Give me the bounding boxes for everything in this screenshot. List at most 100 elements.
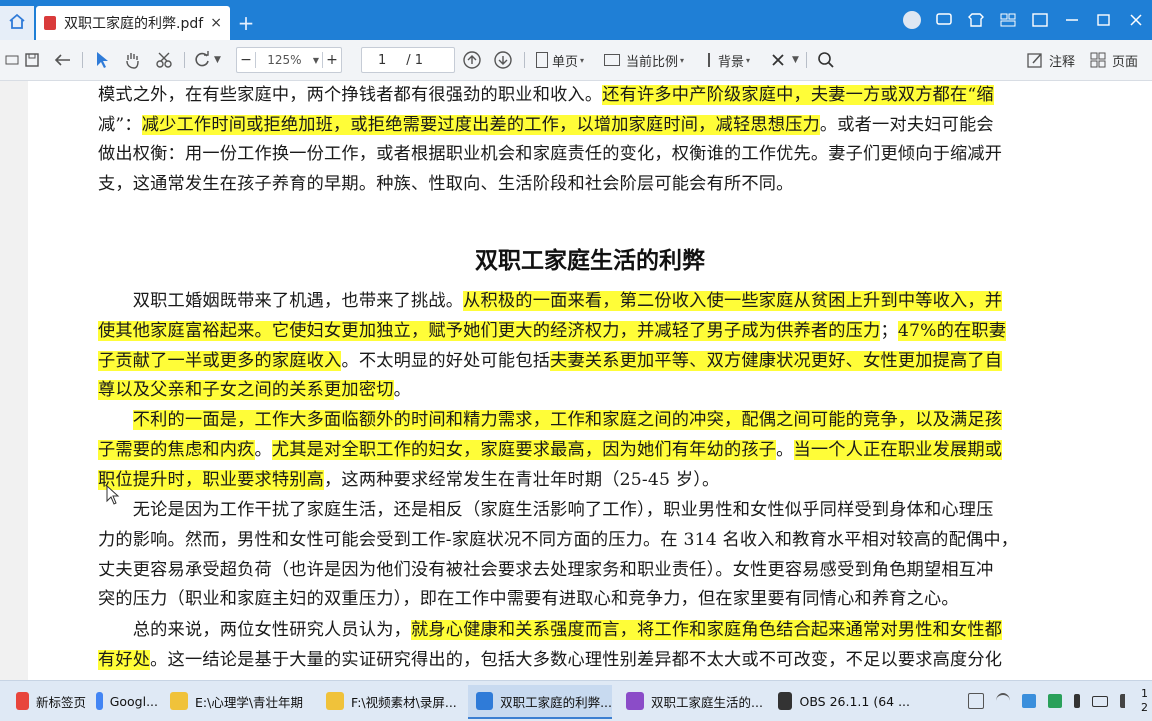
- taskbar-item-explorer-video[interactable]: F:\视频素材\录屏...: [318, 685, 462, 717]
- text-line: 职位提升时，职业要求特别高，这两种要求经常发生在青壮年时期（25-45 岁）。: [98, 468, 719, 492]
- zoom-control[interactable]: − 125% ▼ +: [236, 47, 342, 73]
- print-icon[interactable]: [2, 48, 22, 72]
- text-span: 突的压力（职业和家庭主妇的双重压力），即在工作中需要有进取心和竞争力，但在家里要…: [98, 589, 959, 609]
- new-tab-button[interactable]: +: [234, 10, 258, 36]
- wifi-icon[interactable]: [996, 693, 1010, 709]
- highlighted-text: 有好处: [98, 650, 151, 670]
- volume-icon[interactable]: [1120, 694, 1131, 708]
- home-icon: [8, 13, 26, 33]
- fullscreen-icon[interactable]: [1029, 9, 1051, 31]
- close-tools-button[interactable]: ▼: [768, 48, 799, 72]
- page-number-box[interactable]: 1 / 1: [361, 47, 455, 73]
- text-line: 有好处。这一结论是基于大量的实证研究得出的，包括大多数心理性别差异都不太大或不可…: [98, 648, 1002, 672]
- text-line: 使其他家庭富裕起来。它使妇女更加独立，赋予她们更大的经济权力，并减轻了男子成为供…: [98, 319, 1007, 343]
- text-line: 尊以及父亲和子女之间的关系更加密切。: [98, 378, 411, 402]
- layout-icon[interactable]: [997, 9, 1019, 31]
- hand-tool-icon[interactable]: [122, 48, 142, 72]
- toolbar-divider: [184, 52, 185, 68]
- chevron-down-icon[interactable]: ▼: [214, 55, 221, 65]
- rotate-icon[interactable]: ▼: [192, 48, 221, 72]
- undo-icon[interactable]: [53, 48, 73, 72]
- taskbar-item-obs[interactable]: OBS 26.1.1 (64 ...: [770, 685, 910, 717]
- taskbar-item-explorer-psychology[interactable]: E:\心理学\青壮年期: [162, 685, 312, 717]
- text-span: 。或者一对夫妇可能会: [819, 115, 994, 135]
- text-line: 减”：减少工作时间或拒绝加班，或拒绝需要过度出差的工作，以增加家庭时间，减轻思想…: [98, 113, 994, 137]
- zoom-out-button[interactable]: −: [237, 52, 255, 68]
- shirt-skin-icon[interactable]: [965, 9, 987, 31]
- user-avatar[interactable]: [901, 9, 923, 31]
- close-tab-button[interactable]: ×: [210, 15, 222, 31]
- text-line: 支，这通常发生在孩子养育的早期。种族、性取向、生活阶段和社会阶层可能会有所不同。: [98, 172, 794, 196]
- toolbar-divider: [82, 52, 83, 68]
- scissors-icon[interactable]: [154, 48, 174, 72]
- save-icon[interactable]: [22, 48, 42, 72]
- app-icon: [326, 692, 344, 710]
- text-line: 子贡献了一半或更多的家庭收入。不太明显的好处可能包括夫妻关系更加平等、双方健康状…: [98, 349, 1003, 373]
- section-heading: 双职工家庭生活的利弊: [475, 247, 705, 274]
- battery-icon[interactable]: [1092, 695, 1108, 707]
- previous-page-icon[interactable]: [462, 48, 482, 72]
- page-view-label: 页面: [1112, 54, 1139, 70]
- text-span: 。: [776, 440, 794, 460]
- highlighted-text: 还有许多中产阶级家庭中，夫妻一方或双方都在“缩: [602, 85, 994, 105]
- highlighted-text: 47%的在职妻: [897, 321, 1007, 341]
- zoom-in-button[interactable]: +: [323, 52, 341, 68]
- taskbar-item-label: 双职工家庭的利弊...: [500, 694, 612, 710]
- taskbar-item-label: OBS 26.1.1 (64 ...: [799, 693, 910, 709]
- highlighted-text: 从积极的一面来看，第二份收入使一些家庭从贫困上升到中等收入，并: [463, 291, 1003, 311]
- message-icon[interactable]: [933, 9, 955, 31]
- text-span: 支，这通常发生在孩子养育的早期。种族、性取向、生活阶段和社会阶层可能会有所不同。: [98, 174, 794, 194]
- page-view-button[interactable]: 页面: [1088, 48, 1138, 72]
- app-icon: [778, 692, 793, 710]
- shield-icon[interactable]: [1022, 694, 1036, 708]
- search-icon[interactable]: [816, 48, 836, 72]
- text-span: 减”：: [98, 115, 142, 135]
- text-line: 模式之外，在有些家庭中，两个挣钱者都有很强劲的职业和收入。还有许多中产阶级家庭中…: [98, 83, 994, 107]
- text-line: 做出权衡：用一份工作换一份工作，或者根据职业机会和家庭责任的变化，权衡谁的工作优…: [98, 142, 1002, 166]
- maximize-icon[interactable]: [1093, 9, 1115, 31]
- close-icon: [768, 50, 788, 70]
- text-line: 子需要的焦虑和内疚。尤其是对全职工作的妇女，家庭要求最高，因为她们有年幼的孩子。…: [98, 438, 1003, 462]
- taskbar-item-doc-editor[interactable]: 双职工家庭生活的...: [618, 685, 764, 717]
- network-icon[interactable]: [1048, 694, 1062, 708]
- text-line: 丈夫更容易承受超负荷（也许是因为他们没有被社会要求去处理家务和职业责任）。女性更…: [98, 558, 994, 582]
- next-page-icon[interactable]: [493, 48, 513, 72]
- taskbar-item-pdf-reader[interactable]: 双职工家庭的利弊...: [468, 685, 612, 719]
- highlighted-text: 子贡献了一半或更多的家庭收入: [98, 351, 342, 371]
- select-cursor-icon[interactable]: [92, 48, 112, 72]
- highlighted-text: 尊以及父亲和子女之间的关系更加密切: [98, 380, 394, 400]
- zoom-dropdown-icon[interactable]: ▼: [313, 56, 319, 65]
- taskbar-item-new-tab[interactable]: 新标签页: [8, 685, 86, 717]
- page-current-input[interactable]: 1: [378, 53, 386, 68]
- home-tab[interactable]: [0, 6, 34, 40]
- annotate-label: 注释: [1049, 54, 1076, 70]
- system-clock[interactable]: 1 2: [1141, 687, 1148, 715]
- clock-time: 1: [1141, 687, 1148, 700]
- keyboard-icon[interactable]: [968, 693, 984, 709]
- microphone-icon[interactable]: [1074, 694, 1080, 708]
- document-tab[interactable]: 双职工家庭的利弊.pdf ×: [36, 6, 230, 40]
- chevron-down-icon[interactable]: ▼: [792, 55, 799, 65]
- app-icon: [16, 692, 29, 710]
- text-span: 无论是因为工作干扰了家庭生活，还是相反（家庭生活影响了工作），职业男性和女性似乎…: [98, 500, 994, 520]
- current-ratio-button[interactable]: 当前比例 ▾: [604, 48, 684, 72]
- minimize-icon[interactable]: [1061, 9, 1083, 31]
- highlighted-text: 不利的一面是，工作大多面临额外的时间和精力需求，工作和家庭之间的冲突，配偶之间可…: [132, 410, 1003, 430]
- current-ratio-label: 当前比例: [626, 54, 679, 70]
- text-line: 无论是因为工作干扰了家庭生活，还是相反（家庭生活影响了工作），职业男性和女性似乎…: [98, 498, 994, 522]
- left-sidebar-strip[interactable]: [0, 81, 28, 680]
- clock-date: 2: [1141, 701, 1148, 714]
- grid-icon: [1088, 50, 1108, 70]
- close-window-icon[interactable]: [1125, 9, 1147, 31]
- highlighted-text: 尤其是对全职工作的妇女，家庭要求最高，因为她们有年幼的孩子: [271, 440, 777, 460]
- toolbar-divider: [524, 52, 525, 68]
- zoom-value[interactable]: 125%: [256, 53, 313, 67]
- text-span: ，这两种要求经常发生在青壮年时期（25-45 岁）。: [324, 470, 720, 490]
- single-page-button[interactable]: 单页 ▾: [536, 48, 584, 72]
- text-span: 双职工婚姻既带来了机遇，也带来了挑战。: [98, 291, 464, 311]
- annotate-button[interactable]: 注释: [1025, 48, 1075, 72]
- text-span: 丈夫更容易承受超负荷（也许是因为他们没有被社会要求去处理家务和职业责任）。女性更…: [98, 560, 994, 580]
- monitor-icon: [604, 54, 620, 66]
- background-button[interactable]: 背景 ▾: [708, 48, 750, 72]
- taskbar-item-google[interactable]: Googl...: [88, 685, 158, 717]
